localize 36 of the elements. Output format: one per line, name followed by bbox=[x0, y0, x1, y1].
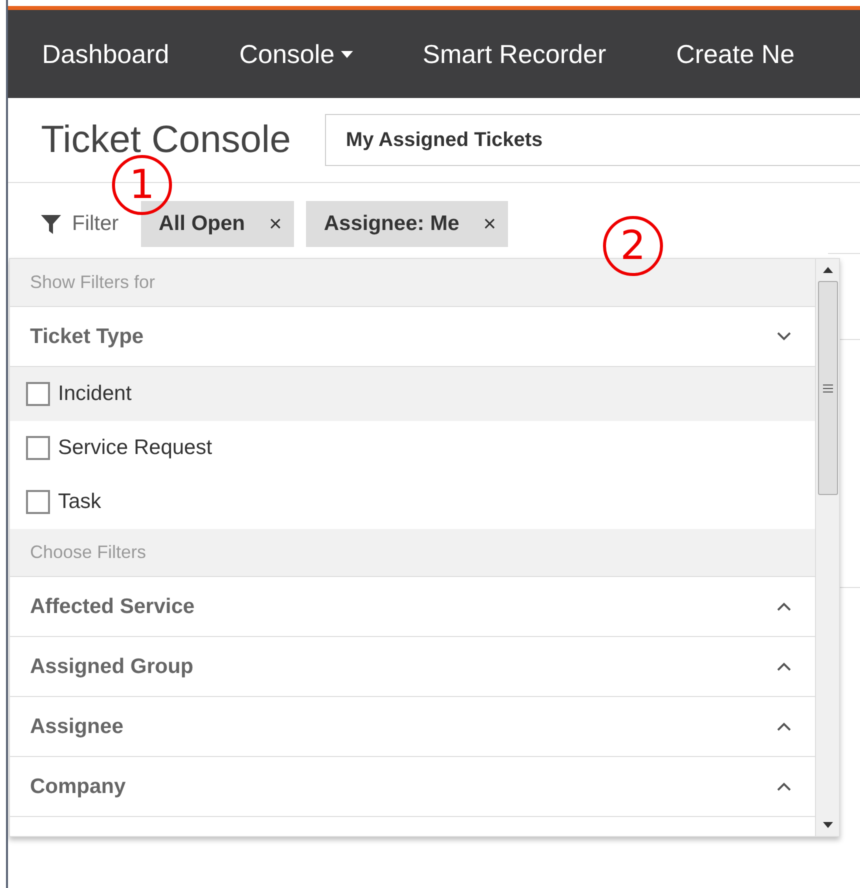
scroll-thumb[interactable] bbox=[818, 281, 838, 495]
filter-group[interactable]: Affected Service bbox=[10, 577, 815, 637]
checkbox[interactable] bbox=[26, 436, 50, 460]
section-header: Show Filters for bbox=[10, 259, 815, 307]
remove-button[interactable]: × bbox=[483, 211, 496, 237]
checkbox[interactable] bbox=[26, 382, 50, 406]
remove-button[interactable]: × bbox=[269, 211, 282, 237]
funnel-icon bbox=[40, 213, 62, 235]
scrollbar[interactable] bbox=[815, 259, 839, 836]
nav-link[interactable]: Dashboard bbox=[42, 38, 170, 70]
option-row[interactable]: Incident bbox=[10, 367, 815, 421]
option-label: Incident bbox=[58, 382, 132, 406]
chip-label: All Open bbox=[158, 212, 246, 236]
scroll-down-icon[interactable] bbox=[822, 822, 832, 828]
group-label: Company bbox=[30, 774, 126, 798]
filter-button[interactable]: Filter bbox=[40, 212, 129, 236]
nav-link[interactable]: Smart Recorder bbox=[422, 38, 606, 70]
filter-group[interactable]: Assignee bbox=[10, 697, 815, 757]
group-label: Ticket Type bbox=[30, 324, 144, 348]
caret-icon bbox=[340, 51, 353, 59]
nav-link[interactable]: Create Ne bbox=[676, 38, 795, 70]
group-label: Affected Service bbox=[30, 594, 195, 618]
group-label: Assignee bbox=[30, 714, 124, 738]
view-select[interactable]: My Assigned Tickets bbox=[324, 114, 860, 166]
annotation-circle: 1 bbox=[112, 155, 172, 215]
chip-label: Assignee: Me bbox=[324, 212, 460, 236]
checkbox[interactable] bbox=[26, 490, 50, 514]
group-label: Assigned Group bbox=[30, 654, 194, 678]
filter-group[interactable]: Assigned Group bbox=[10, 637, 815, 697]
annotation-circle: 2 bbox=[603, 216, 663, 276]
filter-group[interactable]: Company bbox=[10, 757, 815, 817]
option-label: Task bbox=[58, 490, 102, 514]
option-label: Service Request bbox=[58, 436, 212, 460]
scroll-up-icon[interactable] bbox=[822, 267, 832, 273]
section-header: Choose Filters bbox=[10, 529, 815, 577]
nav-link[interactable]: Console bbox=[239, 38, 353, 70]
